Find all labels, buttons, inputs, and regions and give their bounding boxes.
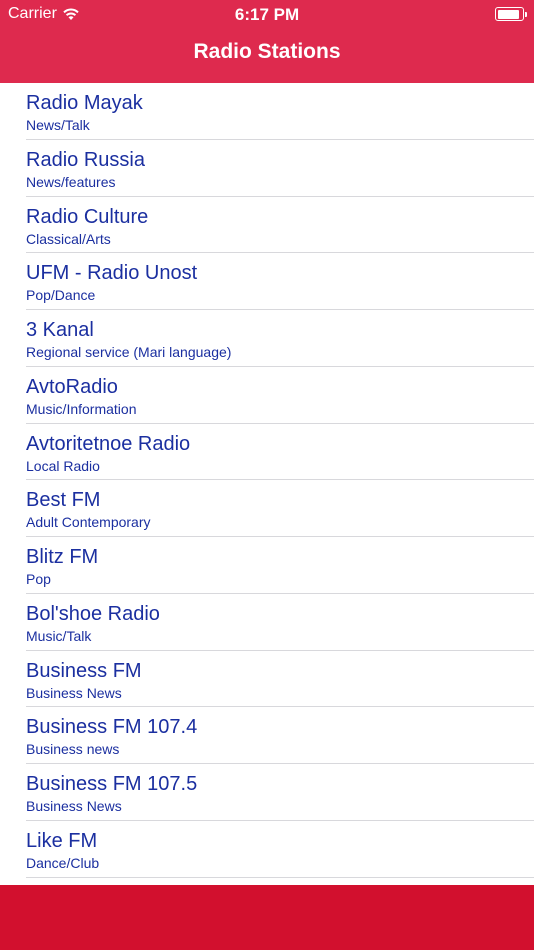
- station-row[interactable]: Radio Russia News/features: [26, 140, 534, 197]
- station-name: UFM - Radio Unost: [26, 262, 198, 285]
- station-row[interactable]: Radio Mayak News/Talk: [26, 83, 534, 140]
- header-bar: Carrier 6:17 PM Radio Stations: [0, 0, 534, 83]
- station-row[interactable]: Business FM Business News: [26, 651, 534, 708]
- station-genre: Dance/Club: [26, 854, 100, 871]
- station-name: Best FM: [26, 489, 101, 512]
- station-name: Business FM: [26, 659, 142, 682]
- station-name: 3 Kanal: [26, 319, 94, 341]
- station-genre: Adult Contemporary: [26, 514, 151, 531]
- page-title: Radio Stations: [193, 40, 341, 63]
- station-name: Business FM 107.4: [26, 716, 198, 739]
- station-row[interactable]: Like FM Dance/Club: [26, 821, 534, 878]
- battery-level: [497, 9, 519, 19]
- station-genre: Regional service (Mari language): [26, 344, 232, 360]
- station-row[interactable]: Blitz FM Pop: [26, 537, 534, 594]
- station-row[interactable]: Radio Culture Classical/Arts: [26, 197, 534, 254]
- station-genre: Pop: [26, 571, 51, 587]
- station-name: Avtoritetnoe Radio: [26, 432, 191, 455]
- station-name: AvtoRadio: [26, 375, 118, 398]
- station-genre: News/features: [26, 173, 116, 190]
- station-name: Business FM 107.5: [26, 773, 198, 795]
- station-genre: Business News: [26, 684, 122, 701]
- station-name: Radio Russia: [26, 148, 145, 171]
- station-row[interactable]: Business FM 107.4 Business news: [26, 707, 534, 764]
- battery-tip: [525, 11, 527, 17]
- station-row[interactable]: UFM - Radio Unost Pop/Dance: [26, 253, 534, 310]
- station-genre: News/Talk: [26, 117, 90, 133]
- footer-bar: [0, 885, 534, 950]
- station-genre: Classical/Arts: [26, 230, 111, 247]
- station-genre: Business news: [26, 741, 120, 758]
- status-time: 6:17 PM: [234, 5, 300, 24]
- station-row[interactable]: Bol'shoe Radio Music/Talk: [26, 594, 534, 651]
- station-row[interactable]: Avtoritetnoe Radio Local Radio: [26, 424, 534, 481]
- station-genre: Business News: [26, 798, 122, 814]
- station-row[interactable]: AvtoRadio Music/Information: [26, 367, 534, 424]
- station-genre: Music/Talk: [26, 627, 92, 644]
- station-row[interactable]: Business FM 107.5 Business News: [26, 764, 534, 821]
- status-bar: Carrier 6:17 PM: [0, 0, 534, 28]
- station-row[interactable]: 3 Kanal Regional service (Mari language): [26, 310, 534, 367]
- station-genre: Local Radio: [26, 457, 100, 474]
- battery-icon: [495, 7, 527, 21]
- station-name: Like FM: [26, 829, 98, 852]
- station-name: Radio Culture: [26, 205, 149, 228]
- station-name: Bol'shoe Radio: [26, 602, 160, 625]
- station-list[interactable]: Radio Mayak News/Talk Radio Russia News/fea…: [0, 83, 534, 885]
- station-row[interactable]: Best FM Adult Contemporary: [26, 480, 534, 537]
- station-genre: Music/Information: [26, 400, 137, 417]
- station-genre: Pop/Dance: [26, 287, 96, 304]
- station-name: Blitz FM: [26, 546, 99, 568]
- station-name: Radio Mayak: [26, 92, 143, 114]
